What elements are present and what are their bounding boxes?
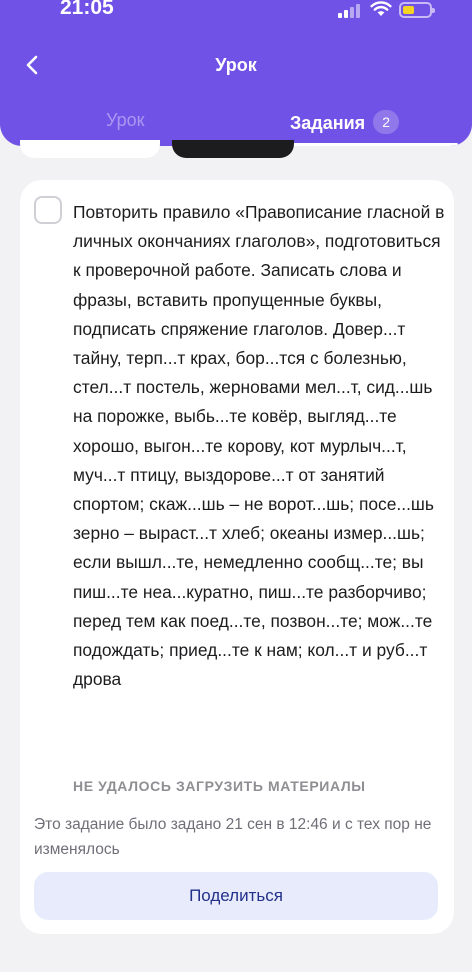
carousel-peek-left — [20, 140, 160, 158]
cellular-signal-icon — [338, 4, 362, 18]
task-complete-checkbox[interactable] — [34, 196, 62, 224]
task-description: Повторить правило «Правописание гласной … — [73, 202, 445, 690]
page-title: Урок — [215, 55, 257, 75]
battery-icon — [399, 2, 435, 18]
wifi-icon — [370, 1, 392, 16]
tasks-count-badge: 2 — [373, 110, 400, 134]
task-card: Повторить правило «Правописание гласной … — [20, 180, 454, 934]
app-header: 21:05 Урок Урок Задания 2 — [0, 0, 472, 146]
carousel-peek-center — [172, 140, 294, 158]
task-assigned-info: Это задание было задано 21 сен в 12:46 и… — [34, 816, 432, 858]
materials-error-label: НЕ УДАЛОСЬ ЗАГРУЗИТЬ МАТЕРИАЛЫ — [73, 778, 366, 794]
tab-lesson-label: Урок — [106, 110, 145, 130]
status-time: 21:05 — [60, 0, 114, 19]
status-bar: 21:05 — [0, 0, 472, 30]
share-button[interactable]: Поделиться — [34, 872, 438, 920]
tab-tasks-label: Задания — [290, 113, 366, 133]
tab-lesson[interactable]: Урок — [106, 110, 145, 131]
tab-tasks[interactable]: Задания 2 — [290, 110, 400, 134]
